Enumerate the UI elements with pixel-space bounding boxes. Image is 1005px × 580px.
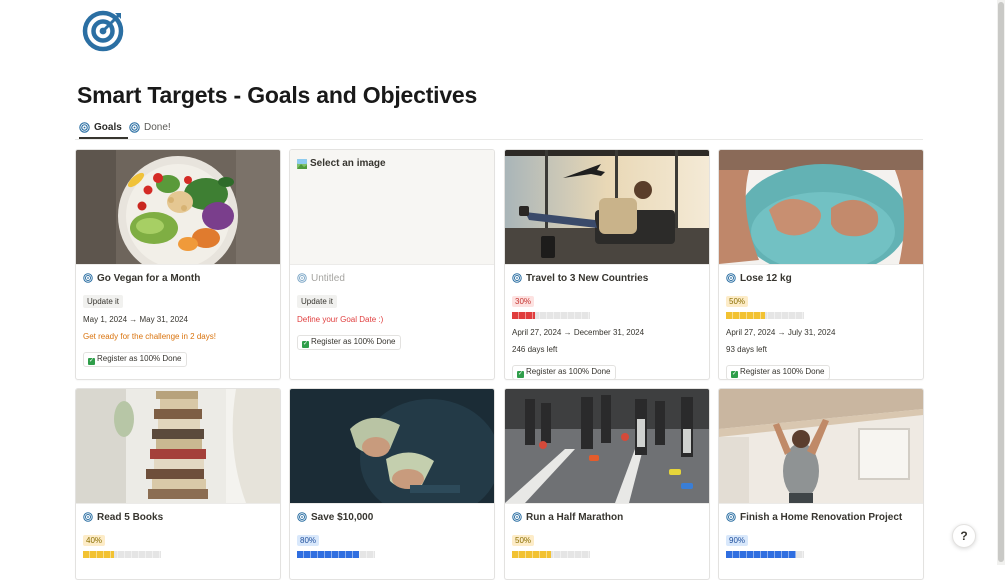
progress-percent: 50%: [512, 535, 535, 546]
target-icon: [129, 122, 140, 133]
check-icon: ✓: [731, 371, 738, 378]
tab-label: Done!: [144, 122, 171, 133]
empty-cover[interactable]: Select an image: [290, 150, 494, 265]
progress-bar: [512, 312, 590, 319]
register-label: Register as 100% Done: [740, 367, 825, 376]
airport-traveler-photo: [505, 150, 709, 265]
select-image-button[interactable]: Select an image: [297, 158, 386, 169]
card-title: Finish a Home Renovation Project: [740, 511, 903, 523]
progress-percent: 40%: [83, 535, 106, 546]
progress-bar: [83, 551, 161, 558]
vegetable-bowl-photo: [76, 150, 280, 265]
image-icon: [297, 158, 307, 169]
check-icon: ✓: [517, 371, 524, 378]
view-tabs: Goals Done!: [75, 117, 923, 140]
help-button[interactable]: ?: [952, 524, 976, 548]
target-icon: [82, 10, 124, 52]
goal-card[interactable]: Finish a Home Renovation Project 90%: [718, 388, 924, 580]
target-icon: [297, 273, 307, 283]
progress-bar: [512, 551, 590, 558]
goal-card[interactable]: Go Vegan for a Month Update it May 1, 20…: [75, 149, 281, 380]
days-left: 246 days left: [512, 345, 558, 354]
register-done-button[interactable]: ✓ Register as 100% Done: [297, 335, 401, 350]
book-stack-photo: [76, 389, 280, 504]
card-title: Untitled: [311, 272, 345, 284]
card-title: Travel to 3 New Countries: [526, 272, 649, 284]
card-title: Run a Half Marathon: [526, 511, 624, 523]
register-label: Register as 100% Done: [97, 354, 182, 363]
tab-done[interactable]: Done!: [129, 117, 171, 138]
goal-card[interactable]: Select an image Untitled Update it Defin…: [289, 149, 495, 380]
update-button[interactable]: Update it: [297, 295, 338, 308]
target-icon: [83, 273, 93, 283]
card-title: Go Vegan for a Month: [97, 272, 201, 284]
card-title: Lose 12 kg: [740, 272, 792, 284]
progress-percent: 80%: [297, 535, 320, 546]
cash-counting-photo: [290, 389, 494, 504]
goal-note: Get ready for the challenge in 2 days!: [83, 332, 216, 341]
register-label: Register as 100% Done: [311, 337, 396, 346]
days-left: 93 days left: [726, 345, 767, 354]
goal-card[interactable]: Save $10,000 80%: [289, 388, 495, 580]
progress-percent: 50%: [726, 296, 749, 307]
goal-card[interactable]: Read 5 Books 40%: [75, 388, 281, 580]
goal-note: Define your Goal Date :): [297, 315, 384, 324]
target-icon: [726, 273, 736, 283]
tab-label: Goals: [94, 121, 122, 133]
scrollbar[interactable]: [997, 0, 1005, 565]
target-icon: [79, 122, 90, 133]
goal-card[interactable]: Run a Half Marathon 50%: [504, 388, 710, 580]
marathon-runners-photo: [505, 389, 709, 504]
progress-bar: [726, 312, 804, 319]
card-title: Save $10,000: [311, 511, 374, 523]
progress-bar: [726, 551, 804, 558]
target-icon: [297, 512, 307, 522]
belly-photo: [719, 150, 923, 265]
goal-card[interactable]: Lose 12 kg 50% April 27, 2024 → July 31,…: [718, 149, 924, 380]
tab-goals[interactable]: Goals: [79, 117, 128, 139]
progress-percent: 90%: [726, 535, 749, 546]
register-done-button[interactable]: ✓ Register as 100% Done: [726, 365, 830, 379]
progress-bar: [297, 551, 375, 558]
target-icon: [83, 512, 93, 522]
select-image-label: Select an image: [310, 158, 386, 169]
register-label: Register as 100% Done: [526, 367, 611, 376]
scrollbar-thumb[interactable]: [998, 2, 1004, 562]
register-done-button[interactable]: ✓ Register as 100% Done: [512, 365, 616, 379]
progress-percent: 30%: [512, 296, 535, 307]
goal-dates: April 27, 2024 → December 31, 2024: [512, 328, 645, 337]
ceiling-renovation-photo: [719, 389, 923, 504]
update-button[interactable]: Update it: [83, 295, 124, 308]
register-done-button[interactable]: ✓ Register as 100% Done: [83, 352, 187, 367]
goal-dates: April 27, 2024 → July 31, 2024: [726, 328, 836, 337]
goal-card[interactable]: Travel to 3 New Countries 30% April 27, …: [504, 149, 710, 380]
target-icon: [512, 273, 522, 283]
check-icon: ✓: [302, 341, 309, 348]
target-icon: [726, 512, 736, 522]
target-icon: [512, 512, 522, 522]
goal-dates: May 1, 2024 → May 31, 2024: [83, 315, 188, 324]
check-icon: ✓: [88, 358, 95, 365]
page-title: Smart Targets - Goals and Objectives: [77, 82, 478, 108]
card-title: Read 5 Books: [97, 511, 164, 523]
